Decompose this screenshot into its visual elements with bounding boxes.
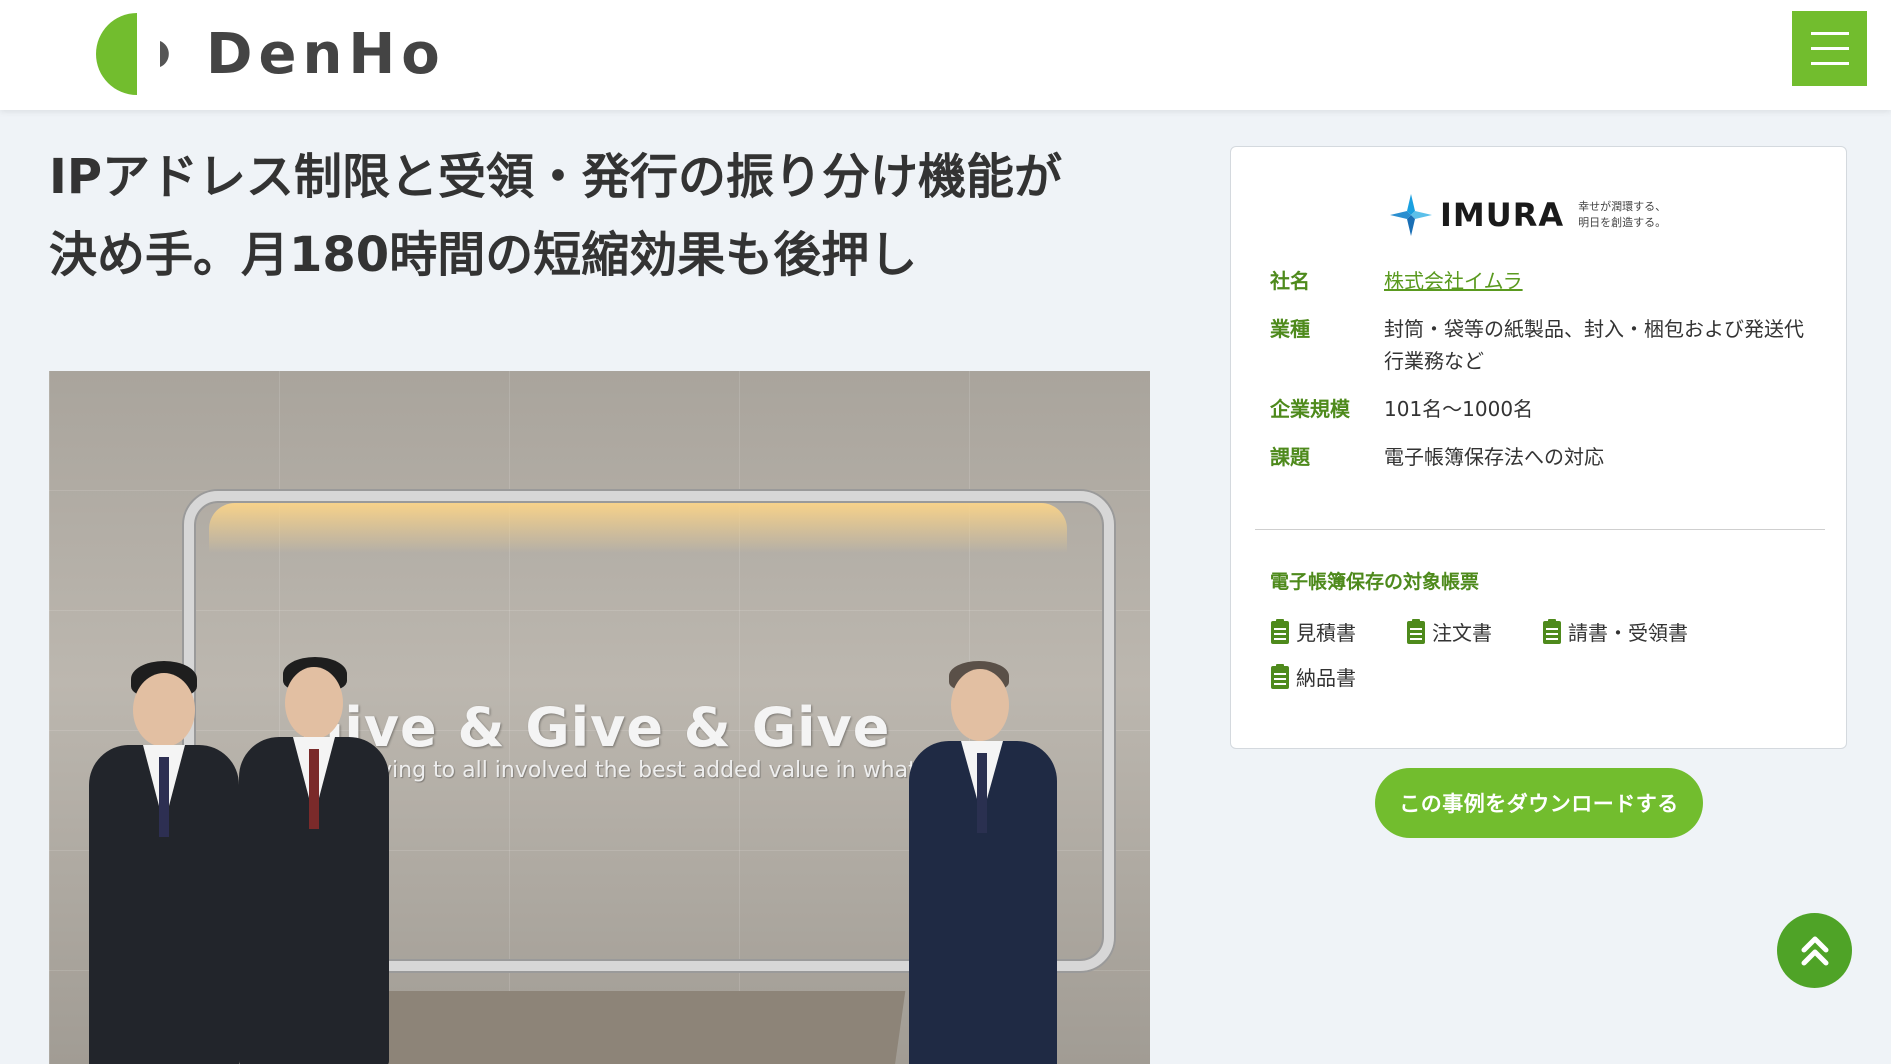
doc-item: 納品書 [1270, 662, 1406, 691]
info-label: 課題 [1270, 445, 1310, 469]
info-row-industry: 業種 封筒・袋等の紙製品、封入・梱包および発送代行業務など [1270, 313, 1810, 377]
hamburger-menu-button[interactable] [1792, 11, 1867, 86]
imura-motto: 幸せが潤環する、 明日を創造する。 [1578, 200, 1667, 229]
info-value: 101名〜1000名 [1384, 397, 1534, 421]
logo-text: DenHo [206, 21, 446, 87]
meeting-table [332, 991, 906, 1064]
document-icon [1271, 618, 1289, 644]
info-label: 業種 [1270, 317, 1310, 341]
imura-brand-text: IMURA [1440, 196, 1565, 234]
company-name-link[interactable]: 株式会社イムラ [1384, 269, 1523, 293]
hamburger-menu-icon [1810, 32, 1849, 35]
denho-logo[interactable]: DenHo [94, 8, 474, 100]
info-value: 電子帳簿保存法への対応 [1384, 445, 1604, 469]
company-info-list: 社名 株式会社イムラ 業種 封筒・袋等の紙製品、封入・梱包および発送代行業務など… [1270, 265, 1810, 489]
doc-item: 注文書 [1406, 617, 1542, 646]
docs-title: 電子帳簿保存の対象帳票 [1270, 571, 1480, 593]
wall-slogan: Give & Give & Give [299, 696, 891, 759]
article-title: IPアドレス制限と受領・発行の振り分け機能が 決め手。月180時間の短縮効果も後… [49, 138, 1129, 294]
document-icon [1271, 663, 1289, 689]
info-row-challenge: 課題 電子帳簿保存法への対応 [1270, 441, 1810, 473]
scroll-to-top-button[interactable] [1777, 913, 1852, 988]
imura-logo-icon [1390, 194, 1432, 236]
imura-logo: IMURA 幸せが潤環する、 明日を創造する。 [1388, 191, 1708, 239]
wall-tagline: ving to all involved the best added valu… [379, 758, 997, 783]
info-value: 封筒・袋等の紙製品、封入・梱包および発送代行業務など [1384, 317, 1804, 373]
info-row-company-size: 企業規模 101名〜1000名 [1270, 393, 1810, 425]
denho-logo-icon [96, 13, 178, 95]
document-type-list: 見積書 注文書 請書・受領書 納品書 [1270, 617, 1810, 691]
info-label: 社名 [1270, 269, 1310, 293]
company-info-card: IMURA 幸せが潤環する、 明日を創造する。 社名 株式会社イムラ 業種 封筒… [1230, 146, 1847, 749]
info-label: 企業規模 [1270, 397, 1350, 421]
article-title-line2: 決め手。月180時間の短縮効果も後押し [49, 227, 918, 283]
double-chevron-up-icon [1801, 936, 1828, 965]
document-icon [1543, 618, 1561, 644]
site-header: DenHo [0, 0, 1891, 110]
doc-item: 請書・受領書 [1542, 617, 1712, 646]
doc-item: 見積書 [1270, 617, 1406, 646]
download-case-study-button[interactable]: この事例をダウンロードする [1375, 768, 1703, 838]
document-icon [1407, 618, 1425, 644]
divider [1255, 529, 1825, 530]
article-title-line1: IPアドレス制限と受領・発行の振り分け機能が [49, 149, 1063, 205]
case-study-photo: Give & Give & Give ving to all involved … [49, 371, 1150, 1064]
info-row-company-name: 社名 株式会社イムラ [1270, 265, 1810, 297]
